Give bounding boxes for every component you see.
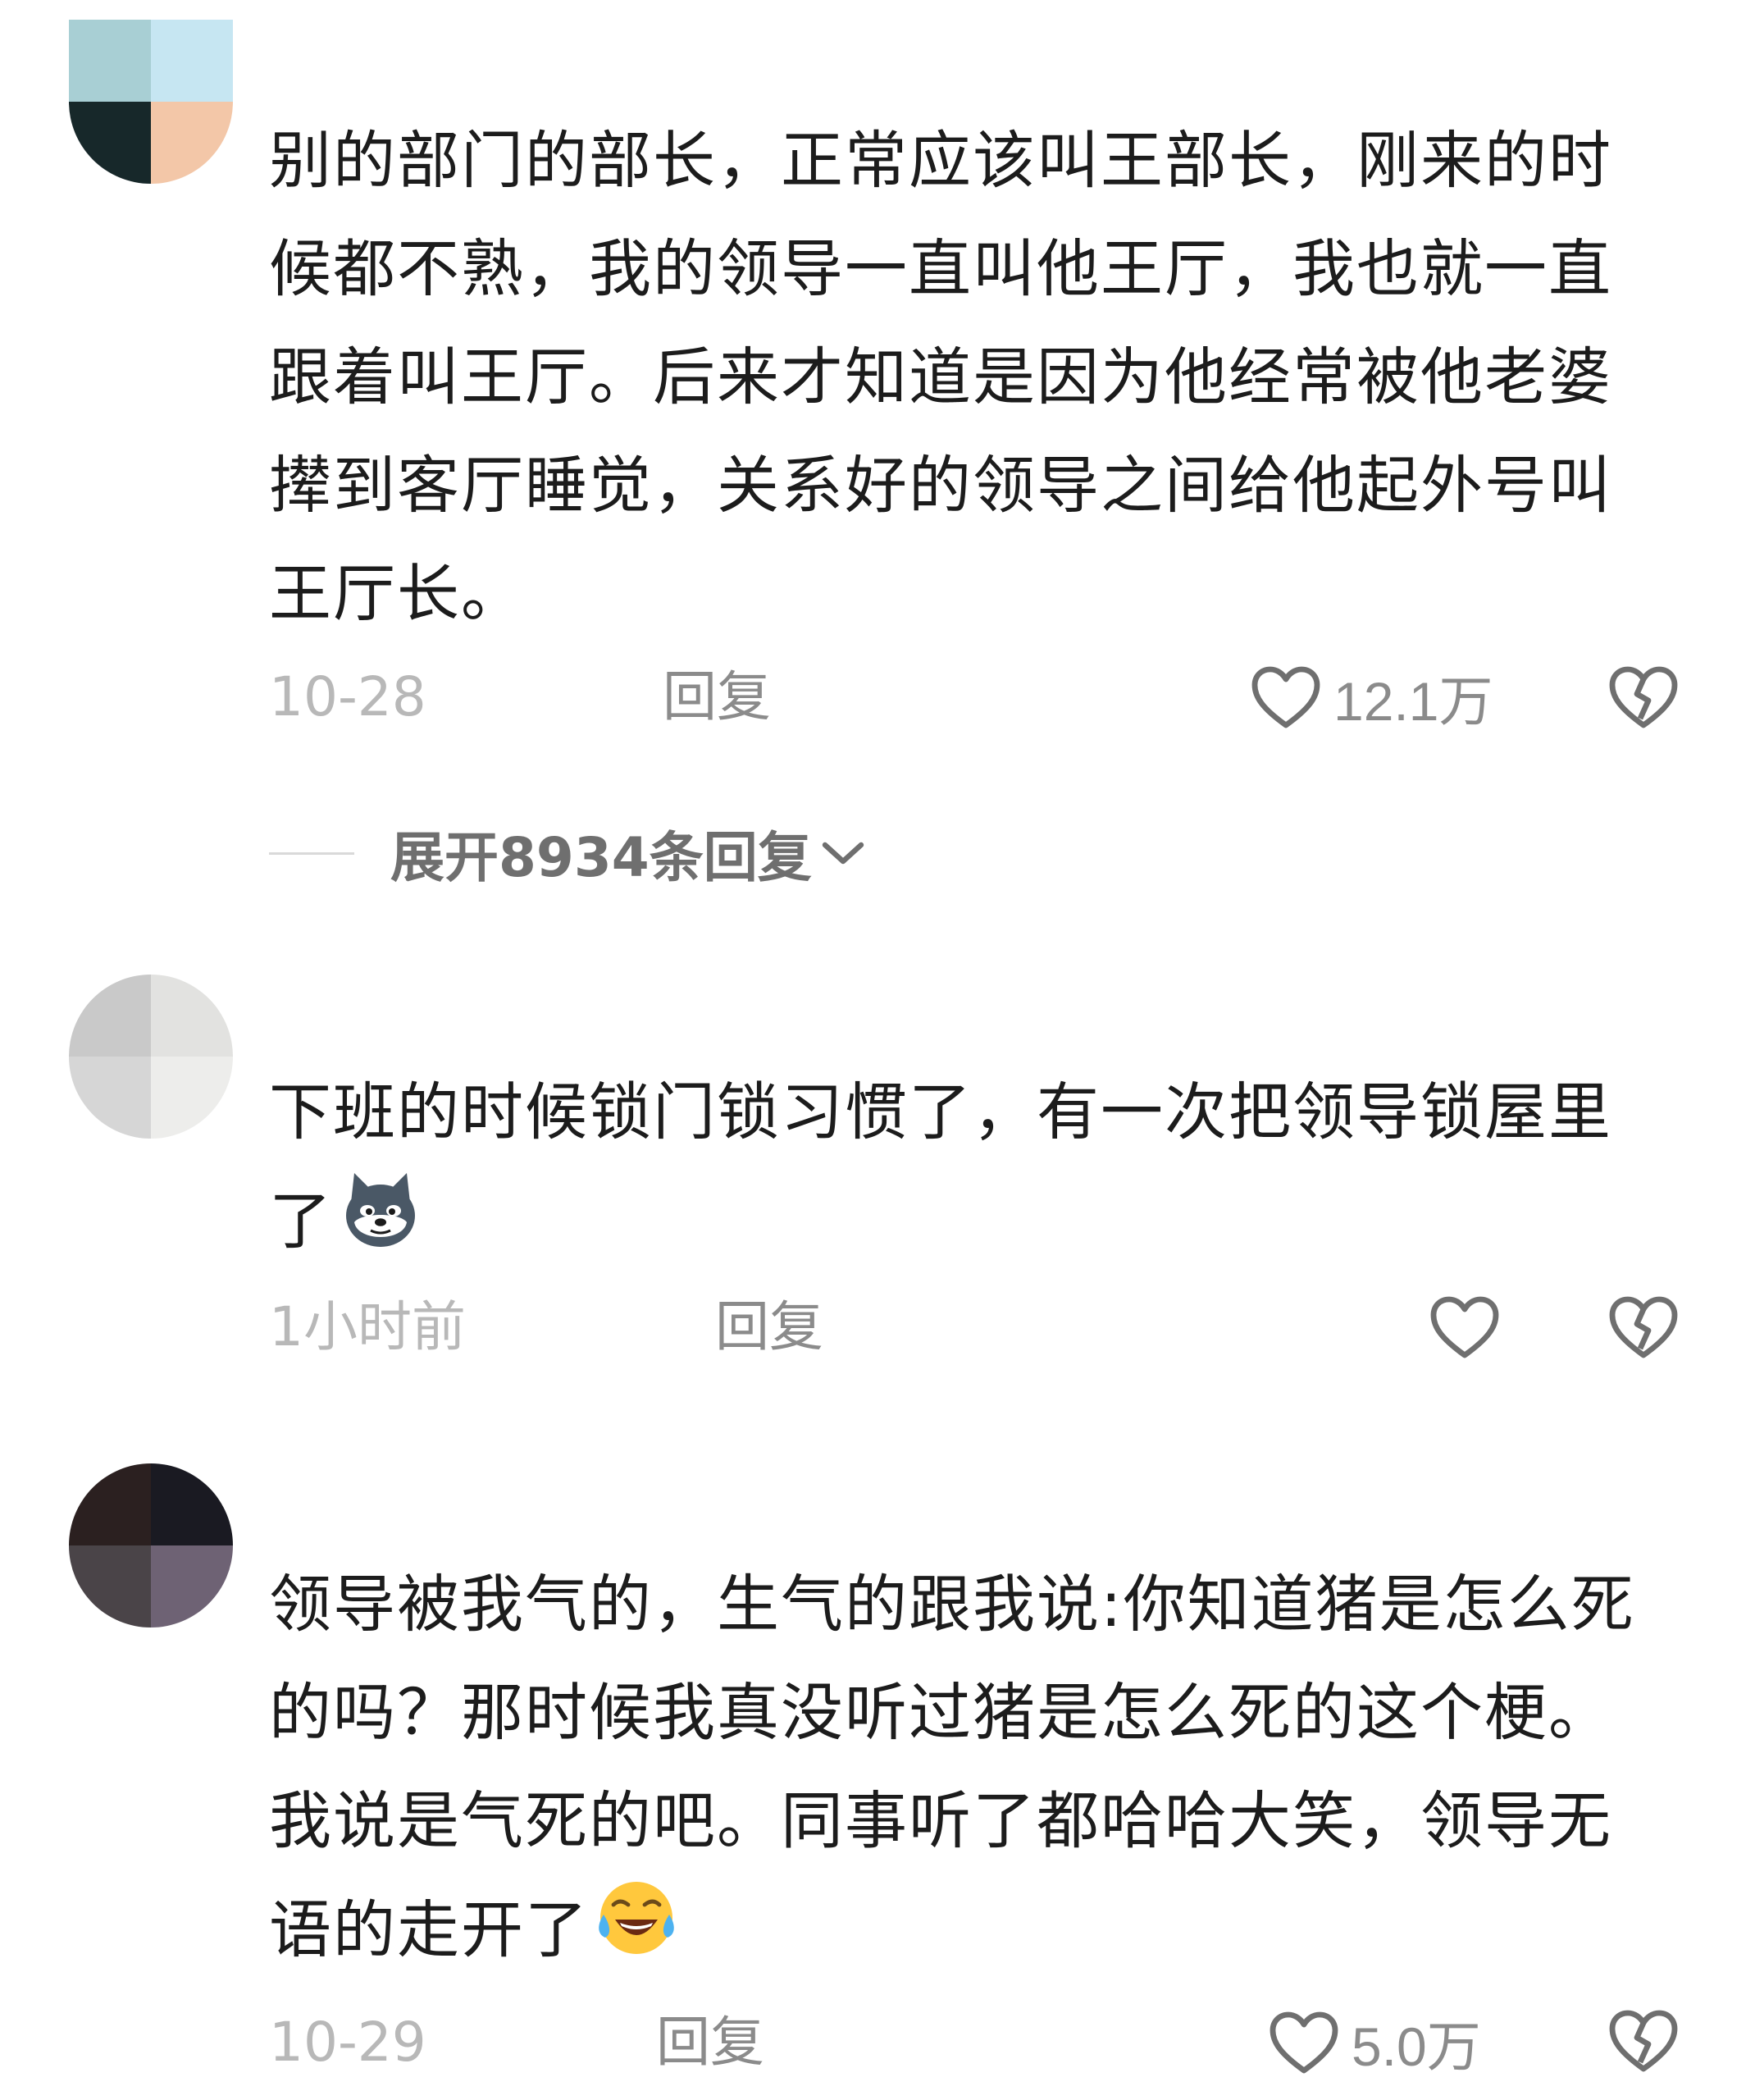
dislike-button[interactable] [1607, 1294, 1680, 1363]
expand-replies-button[interactable]: 展开8934条回复 [269, 812, 868, 894]
comment-text-body: 领导被我气的，生气的跟我说:你知道猪是怎么死的吗？那时候我真没听过猪是怎么死的这… [269, 1568, 1635, 1966]
chevron-down-icon [822, 842, 864, 865]
comment-text-body: 下班的时候锁门锁习惯了，有一次把领导锁屋里了 [269, 1075, 1612, 1258]
heart-icon [1251, 666, 1320, 728]
reply-button[interactable]: 回复 [715, 1286, 823, 1368]
comment-text: 别的部门的部长，正常应该叫王部长，刚来的时候都不熟，我的领导一直叫他王厅，我也就… [269, 124, 1612, 630]
tears-of-joy-emoji-icon [594, 1875, 679, 1993]
avatar[interactable] [69, 20, 233, 184]
reply-button[interactable]: 回复 [656, 2002, 764, 2084]
broken-heart-icon [1609, 2010, 1678, 2072]
like-count: 12.1万 [1333, 671, 1493, 732]
divider [269, 851, 354, 855]
husky-emoji-icon [338, 1166, 423, 1285]
avatar[interactable] [69, 975, 233, 1139]
avatar[interactable] [69, 1463, 233, 1628]
comment-timestamp: 10-28 [269, 665, 426, 728]
comment-timestamp: 10-29 [269, 2011, 426, 2074]
heart-icon [1430, 1296, 1499, 1358]
dislike-button[interactable] [1607, 2008, 1680, 2077]
heart-icon [1270, 2011, 1338, 2074]
like-button[interactable]: 12.1万 [1250, 656, 1493, 738]
expand-replies-label: 展开8934条回复 [390, 826, 812, 889]
reply-button[interactable]: 回复 [663, 656, 771, 738]
broken-heart-icon [1609, 1296, 1678, 1358]
comment-timestamp: 1小时前 [269, 1295, 466, 1358]
broken-heart-icon [1609, 666, 1678, 728]
comment-text: 领导被我气的，生气的跟我说:你知道猪是怎么死的吗？那时候我真没听过猪是怎么死的这… [269, 1550, 1647, 1993]
like-button[interactable] [1429, 1294, 1501, 1360]
comment-text: 下班的时候锁门锁习惯了，有一次把领导锁屋里了 [269, 1058, 1647, 1285]
like-count: 5.0万 [1352, 2016, 1481, 2077]
like-button[interactable]: 5.0万 [1268, 2002, 1481, 2084]
dislike-button[interactable] [1607, 664, 1680, 733]
